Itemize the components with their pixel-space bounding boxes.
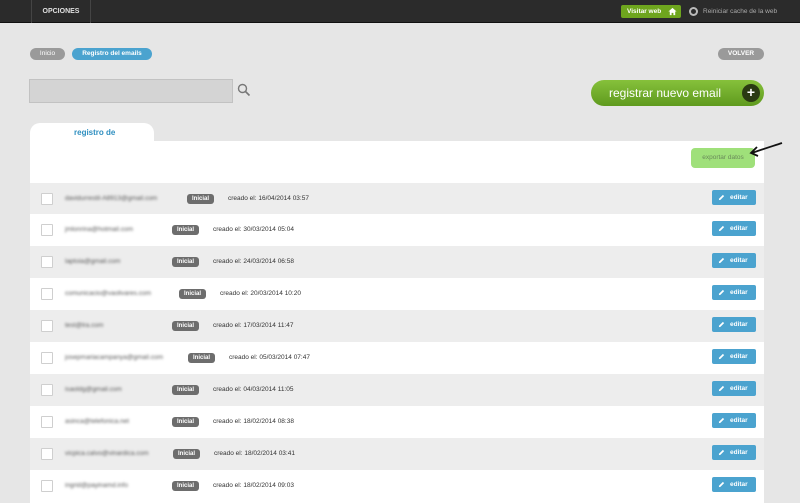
edit-button[interactable]: editar: [712, 190, 756, 205]
registrar-nuevo-email-button[interactable]: registrar nuevo email +: [591, 80, 764, 106]
created-date: creado el: 16/04/2014 03:57: [228, 195, 309, 202]
edit-button[interactable]: editar: [712, 445, 756, 460]
edit-label: editar: [730, 353, 748, 360]
status-badge: Inicial: [188, 353, 216, 363]
status-badge: Inicial: [172, 225, 200, 235]
status-badge: Inicial: [172, 385, 200, 395]
search-icon[interactable]: [237, 83, 251, 97]
table-row: test@lra.com Inicial creado el: 17/03/2014…: [30, 310, 764, 342]
row-checkbox[interactable]: [41, 320, 53, 332]
plus-icon: +: [742, 84, 760, 102]
status-badge: Inicial: [173, 449, 201, 459]
pencil-icon: [718, 481, 725, 488]
pencil-icon: [718, 417, 725, 424]
edit-label: editar: [730, 481, 748, 488]
edit-button[interactable]: editar: [712, 285, 756, 300]
status-badge: Inicial: [179, 289, 207, 299]
created-date: creado el: 18/02/2014 03:41: [214, 450, 295, 457]
annotation-arrow-icon: [749, 142, 783, 157]
email-address: asinca@telefonica.net: [65, 418, 130, 425]
table-row: laptoia@gmail.com Inicial creado el: 24/03…: [30, 246, 764, 278]
edit-button[interactable]: editar: [712, 221, 756, 236]
status-badge: Inicial: [172, 417, 200, 427]
breadcrumb-inicio[interactable]: Inicio: [30, 48, 65, 60]
edit-label: editar: [730, 225, 748, 232]
table-row: josepmariacampanya@gmail.com Inicial cread…: [30, 342, 764, 374]
search-input[interactable]: [29, 79, 233, 103]
edit-label: editar: [730, 194, 748, 201]
row-checkbox[interactable]: [41, 384, 53, 396]
created-date: creado el: 18/02/2014 09:03: [213, 482, 294, 489]
pencil-icon: [718, 449, 725, 456]
pencil-icon: [718, 194, 725, 201]
reiniciar-cache-link[interactable]: Reiniciar cache de la web: [689, 5, 777, 18]
created-date: creado el: 24/03/2014 06:58: [213, 258, 294, 265]
row-checkbox[interactable]: [41, 416, 53, 428]
row-checkbox[interactable]: [41, 448, 53, 460]
edit-button[interactable]: editar: [712, 317, 756, 332]
pencil-icon: [718, 289, 725, 296]
table-row: asinca@telefonica.net Inicial creado el: 1…: [30, 406, 764, 438]
edit-label: editar: [730, 385, 748, 392]
table-row: comunicacio@vaolivares.com Inicial creado …: [30, 278, 764, 310]
email-address: test@lra.com: [65, 322, 104, 329]
registrar-nuevo-email-label: registrar nuevo email: [609, 86, 722, 100]
edit-label: editar: [730, 417, 748, 424]
edit-label: editar: [730, 321, 748, 328]
edit-button[interactable]: editar: [712, 413, 756, 428]
status-badge: Inicial: [172, 481, 200, 491]
row-checkbox[interactable]: [41, 256, 53, 268]
pencil-icon: [718, 225, 725, 232]
edit-button[interactable]: editar: [712, 477, 756, 492]
status-badge: Inicial: [172, 257, 200, 267]
edit-button[interactable]: editar: [712, 381, 756, 396]
edit-label: editar: [730, 289, 748, 296]
email-address: vicpica.calvo@vinardica.com: [65, 450, 149, 457]
email-address: isaoldg@gmail.com: [65, 386, 122, 393]
reiniciar-cache-label: Reiniciar cache de la web: [703, 8, 778, 15]
edit-label: editar: [730, 257, 748, 264]
email-address: ingrid@payinamd.info: [65, 482, 128, 489]
status-badge: Inicial: [187, 194, 215, 204]
row-checkbox[interactable]: [41, 480, 53, 492]
created-date: creado el: 04/03/2014 11:05: [213, 386, 294, 393]
email-address: jmlonrina@hotmail.com: [65, 226, 134, 233]
table-row: davidurrestil-A8913@gmail.com Inicial crea…: [30, 183, 764, 215]
pencil-icon: [718, 321, 725, 328]
breadcrumb-current[interactable]: Registro del emails: [72, 48, 152, 60]
edit-button[interactable]: editar: [712, 349, 756, 364]
email-address: laptoia@gmail.com: [65, 258, 121, 265]
created-date: creado el: 30/03/2014 05:04: [213, 226, 294, 233]
pencil-icon: [718, 353, 725, 360]
edit-button[interactable]: editar: [712, 253, 756, 268]
refresh-icon: [689, 7, 698, 16]
row-checkbox[interactable]: [41, 193, 53, 205]
visitar-web-label: Visitar web: [627, 8, 662, 15]
email-address: davidurrestil-A8913@gmail.com: [65, 195, 158, 202]
status-badge: Inicial: [172, 321, 200, 331]
table-row: isaoldg@gmail.com Inicial creado el: 04/03…: [30, 374, 764, 406]
row-checkbox[interactable]: [41, 288, 53, 300]
opciones-menu[interactable]: OPCIONES: [31, 0, 91, 23]
home-icon: [668, 7, 677, 16]
row-checkbox[interactable]: [41, 352, 53, 364]
pencil-icon: [718, 257, 725, 264]
created-date: creado el: 18/02/2014 08:38: [213, 418, 294, 425]
created-date: creado el: 17/03/2014 11:47: [213, 322, 294, 329]
created-date: creado el: 05/03/2014 07:47: [229, 354, 310, 361]
table-row: ingrid@payinamd.info Inicial creado el: 18…: [30, 470, 764, 502]
table-row: jmlonrina@hotmail.com Inicial creado el: 3…: [30, 214, 764, 246]
tab-registro[interactable]: registro de: [30, 123, 154, 143]
top-bar: OPCIONES Visitar web Reiniciar cache de …: [0, 0, 800, 23]
row-checkbox[interactable]: [41, 224, 53, 236]
pencil-icon: [718, 385, 725, 392]
email-address: josepmariacampanya@gmail.com: [65, 354, 163, 361]
volver-button[interactable]: VOLVER: [718, 48, 764, 60]
edit-label: editar: [730, 449, 748, 456]
email-address: comunicacio@vaolivares.com: [65, 290, 152, 297]
table-row: vicpica.calvo@vinardica.com Inicial creado…: [30, 438, 764, 470]
created-date: creado el: 20/03/2014 10:20: [220, 290, 301, 297]
visitar-web-button[interactable]: Visitar web: [621, 5, 681, 18]
